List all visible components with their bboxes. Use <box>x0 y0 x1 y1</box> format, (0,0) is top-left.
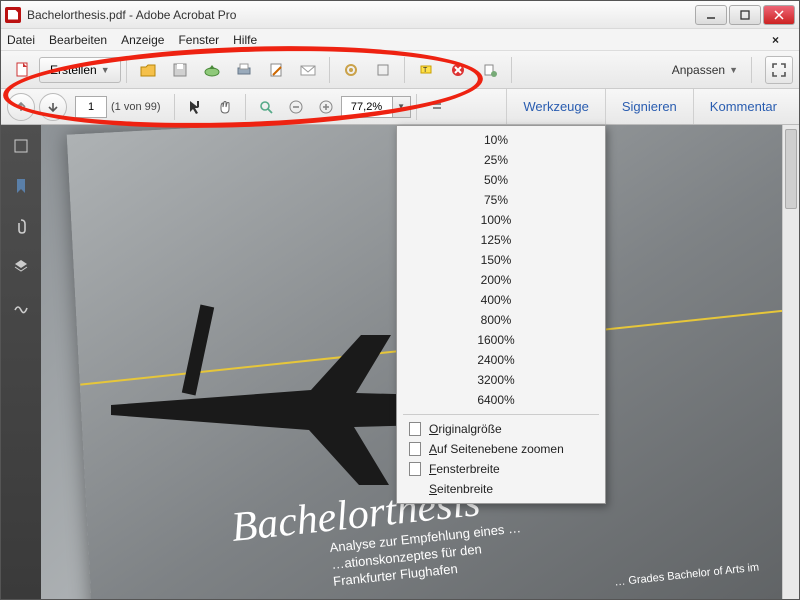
zoom-fit-fensterbreite[interactable]: Fensterbreite <box>397 459 605 479</box>
menubar: Datei Bearbeiten Anzeige Fenster Hilfe × <box>1 29 799 51</box>
titlebar: Bachelorthesis.pdf - Adobe Acrobat Pro <box>1 1 799 29</box>
customize-button[interactable]: Anpassen▼ <box>664 63 746 77</box>
zoom-fit-seitenbreite[interactable]: Seitenbreite <box>397 479 605 499</box>
delete-icon[interactable] <box>444 56 472 84</box>
mail-icon[interactable] <box>294 56 322 84</box>
task-panes: Werkzeuge Signieren Kommentar <box>506 89 793 124</box>
layers-icon[interactable] <box>10 255 32 277</box>
zoom-option-125%[interactable]: 125% <box>397 230 605 250</box>
zoom-dropdown-button[interactable]: ▼ <box>393 96 411 118</box>
bookmarks-icon[interactable] <box>10 175 32 197</box>
page-number-input[interactable] <box>75 96 107 118</box>
zoom-out-button[interactable] <box>283 94 309 120</box>
zoom-option-400%[interactable]: 400% <box>397 290 605 310</box>
zoom-option-3200%[interactable]: 3200% <box>397 370 605 390</box>
select-tool-icon[interactable] <box>182 94 208 120</box>
zoom-menu: 10%25%50%75%100%125%150%200%400%800%1600… <box>396 125 606 504</box>
document-close-icon[interactable]: × <box>772 33 779 47</box>
zoom-option-100%[interactable]: 100% <box>397 210 605 230</box>
action-icon[interactable] <box>476 56 504 84</box>
attachments-icon[interactable] <box>10 215 32 237</box>
page-count-label: (1 von 99) <box>111 101 161 113</box>
fullscreen-button[interactable] <box>765 56 793 84</box>
zoom-option-1600%[interactable]: 1600% <box>397 330 605 350</box>
vertical-scrollbar[interactable] <box>782 125 799 599</box>
toolbar-overflow-icon[interactable] <box>424 94 450 120</box>
navigation-sidebar <box>1 125 41 599</box>
comment-pane-button[interactable]: Kommentar <box>693 89 793 124</box>
zoom-fit-auf-seitenebene-zoomen[interactable]: Auf Seitenebene zoomen <box>397 439 605 459</box>
zoom-option-10%[interactable]: 10% <box>397 130 605 150</box>
zoom-in-button[interactable] <box>313 94 339 120</box>
tag-icon[interactable] <box>369 56 397 84</box>
edit-icon[interactable] <box>262 56 290 84</box>
prev-page-button[interactable] <box>7 93 35 121</box>
app-window: Bachelorthesis.pdf - Adobe Acrobat Pro D… <box>0 0 800 600</box>
zoom-option-75%[interactable]: 75% <box>397 190 605 210</box>
zoom-tool-icon[interactable] <box>253 94 279 120</box>
thumbnails-icon[interactable] <box>10 135 32 157</box>
sign-pane-button[interactable]: Signieren <box>605 89 693 124</box>
menu-fenster[interactable]: Fenster <box>178 33 219 47</box>
next-page-button[interactable] <box>39 93 67 121</box>
maximize-button[interactable] <box>729 5 761 25</box>
zoom-option-25%[interactable]: 25% <box>397 150 605 170</box>
scrollbar-thumb[interactable] <box>785 129 797 209</box>
cloud-icon[interactable] <box>198 56 226 84</box>
acrobat-icon <box>5 7 21 23</box>
nav-toolbar: (1 von 99) ▼ Werkzeuge Signieren Komment… <box>1 89 799 125</box>
hand-tool-icon[interactable] <box>212 94 238 120</box>
customize-label: Anpassen <box>672 63 725 77</box>
zoom-option-200%[interactable]: 200% <box>397 270 605 290</box>
create-label: Erstellen <box>50 63 97 77</box>
svg-text:T: T <box>423 67 428 74</box>
highlight-icon[interactable]: T <box>412 56 440 84</box>
print-icon[interactable] <box>230 56 258 84</box>
menu-bearbeiten[interactable]: Bearbeiten <box>49 33 107 47</box>
window-title: Bachelorthesis.pdf - Adobe Acrobat Pro <box>27 8 693 22</box>
zoom-input[interactable] <box>341 96 393 118</box>
zoom-option-50%[interactable]: 50% <box>397 170 605 190</box>
main-toolbar: Erstellen▼ T Anpassen▼ <box>1 51 799 89</box>
zoom-option-150%[interactable]: 150% <box>397 250 605 270</box>
tools-pane-button[interactable]: Werkzeuge <box>506 89 605 124</box>
menu-anzeige[interactable]: Anzeige <box>121 33 164 47</box>
save-icon[interactable] <box>166 56 194 84</box>
zoom-fit-originalgröße[interactable]: Originalgröße <box>397 419 605 439</box>
window-controls <box>693 5 795 25</box>
gear-icon[interactable] <box>337 56 365 84</box>
zoom-option-6400%[interactable]: 6400% <box>397 390 605 410</box>
minimize-button[interactable] <box>695 5 727 25</box>
signatures-icon[interactable] <box>10 295 32 317</box>
create-button[interactable]: Erstellen▼ <box>39 57 121 83</box>
zoom-option-800%[interactable]: 800% <box>397 310 605 330</box>
new-pdf-icon[interactable] <box>9 56 37 84</box>
close-button[interactable] <box>763 5 795 25</box>
open-icon[interactable] <box>134 56 162 84</box>
zoom-option-2400%[interactable]: 2400% <box>397 350 605 370</box>
menu-datei[interactable]: Datei <box>7 33 35 47</box>
menu-hilfe[interactable]: Hilfe <box>233 33 257 47</box>
